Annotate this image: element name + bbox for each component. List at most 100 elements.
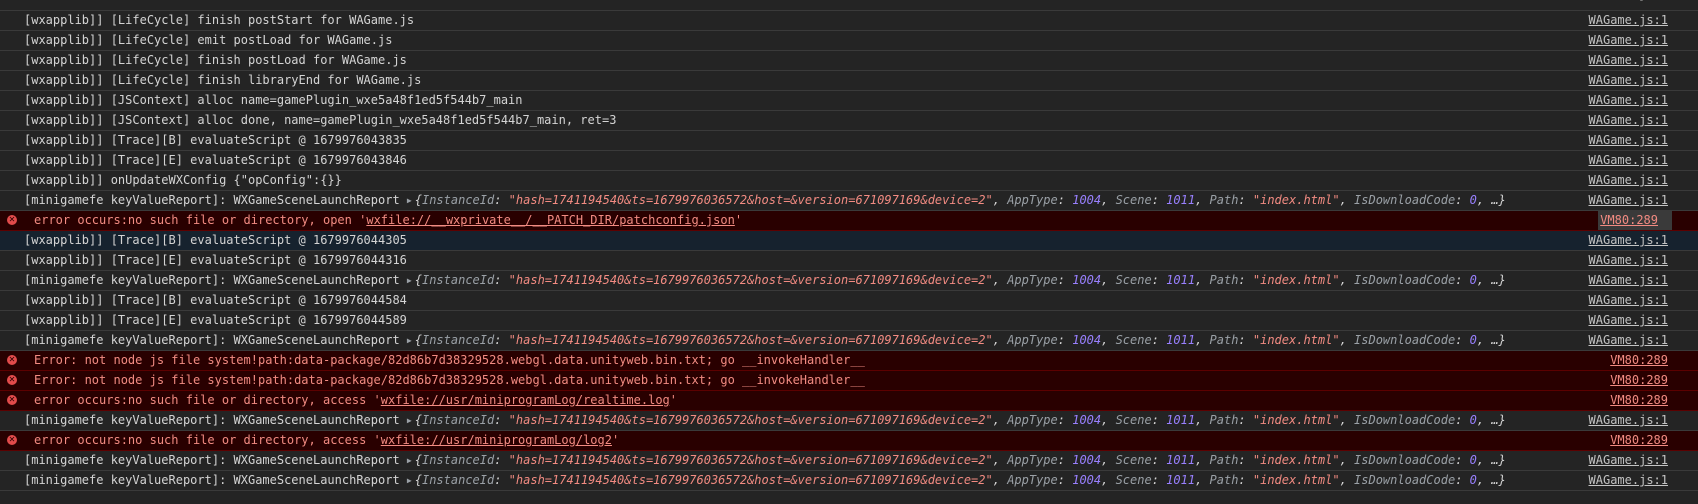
source-link[interactable]: WAGame.js:1 xyxy=(1589,131,1668,150)
source-link[interactable]: WAGame.js:1 xyxy=(1589,111,1668,130)
source-link[interactable]: WAGame.js:1 xyxy=(1589,411,1668,430)
console-log-row[interactable]: [wxapplib]] [LifeCycle] finish postStart… xyxy=(0,11,1698,31)
file-link[interactable]: wxfile://usr/miniprogramLog/log2 xyxy=(381,433,612,447)
object-preview[interactable]: {InstanceId: "hash=1741194540&ts=1679976… xyxy=(415,413,1506,427)
console-message: ▶error occurs:no such file or directory,… xyxy=(34,431,1518,450)
object-tail: , …} xyxy=(1476,193,1506,207)
object-value: 1011 xyxy=(1166,473,1196,487)
source-link[interactable]: WAGame.js:1 xyxy=(1589,331,1668,350)
console-log-row[interactable]: [wxapplib]] [LifeCycle] finish libraryEn… xyxy=(0,71,1698,91)
source-link[interactable]: WAGame.js:1 xyxy=(1589,231,1668,250)
source-link[interactable]: VM80:289 xyxy=(1610,351,1668,370)
object-comma: , xyxy=(1101,473,1116,487)
console-log-row[interactable]: [wxapplib]] onUpdateWXConfig {"opConfig"… xyxy=(0,171,1698,191)
object-open-brace: { xyxy=(414,413,422,427)
console-log-row[interactable]: [minigamefe keyValueReport]: WXGameScene… xyxy=(0,191,1698,211)
object-preview[interactable]: {InstanceId: "hash=1741194540&ts=1679976… xyxy=(415,473,1506,487)
object-key: Path xyxy=(1209,193,1239,207)
object-key: InstanceId xyxy=(421,333,495,347)
object-value: 0 xyxy=(1469,333,1477,347)
console-error-row[interactable]: ✕ ▶Error: not node js file system!path:da… xyxy=(0,371,1698,391)
source-link[interactable]: WAGame.js:1 xyxy=(1589,11,1668,30)
object-key: IsDownloadCode xyxy=(1354,413,1456,427)
object-comma: , xyxy=(1339,273,1355,287)
console-log-row[interactable]: [wxapplib]] [Trace][E] evaluateScript @ … xyxy=(0,151,1698,171)
source-link[interactable]: WAGame.js:1 xyxy=(1589,311,1668,330)
console-message: [wxapplib]] [Trace][E] evaluateScript @ … xyxy=(24,251,1518,270)
object-colon: : xyxy=(1238,413,1253,427)
console-log-row[interactable]: [minigamefe keyValueReport]: WXGameScene… xyxy=(0,471,1698,491)
console-log-row[interactable]: [wxapplib]] [LifeCycle] finish postLoad … xyxy=(0,51,1698,71)
console-error-row[interactable]: ✕ ▶error occurs:no such file or directory… xyxy=(0,431,1698,451)
file-link[interactable]: wxfile://__wxprivate__/__PATCH_DIR/patch… xyxy=(366,213,734,227)
triangle-right-icon[interactable]: ▶ xyxy=(407,191,412,210)
triangle-right-icon[interactable]: ▶ xyxy=(407,411,412,430)
source-link[interactable]: WAGame.js:1 xyxy=(1589,151,1668,170)
console-error-row[interactable]: ✕ ▶Error: not node js file system!path:da… xyxy=(0,351,1698,371)
source-link[interactable]: WAGame.js:1 xyxy=(1589,71,1668,90)
object-value: 0 xyxy=(1469,413,1477,427)
console-message: [wxapplib]] [LifeCycle] emit postLoad fo… xyxy=(24,31,1518,50)
object-key: Scene xyxy=(1115,453,1152,467)
object-colon: : xyxy=(1238,273,1253,287)
console-log-row[interactable]: [wxapplib]] [LifeCycle] emit postLoad fo… xyxy=(0,31,1698,51)
source-link[interactable]: WAGame.js:1 xyxy=(1589,271,1668,290)
source-link[interactable]: VM80:289 xyxy=(1598,211,1672,230)
source-link[interactable]: VM80:289 xyxy=(1610,391,1668,410)
console-log-row[interactable]: [wxapplib]] [JSContext] alloc done, name… xyxy=(0,111,1698,131)
console-log-row[interactable]: [wxapplib]] [Trace][E] evaluateScript @ … xyxy=(0,251,1698,271)
source-link[interactable]: WAGame.js:1 xyxy=(1589,291,1668,310)
console-log-row[interactable]: [wxapplib]] [Trace][B] evaluateScript @ … xyxy=(0,131,1698,151)
console-log-row[interactable]: [wxapplib]] [Trace][B] evaluateScript @ … xyxy=(0,231,1698,251)
console-log-row[interactable]: [wxapplib]] [JSContext] alloc name=gameP… xyxy=(0,91,1698,111)
log-text: [wxapplib]] onUpdateWXConfig {"opConfig"… xyxy=(24,173,342,187)
object-key: AppType xyxy=(1007,273,1058,287)
source-link[interactable]: WAGame.js:1 xyxy=(1589,471,1668,490)
object-preview[interactable]: {InstanceId: "hash=1741194540&ts=1679976… xyxy=(415,333,1506,347)
source-link[interactable]: VM80:289 xyxy=(1610,431,1668,450)
object-value: "index.html" xyxy=(1252,413,1340,427)
source-link[interactable]: WAGame.js:1 xyxy=(1589,91,1668,110)
console-log-row[interactable]: [wxapplib]] [Trace][E] evaluateScript @ … xyxy=(0,311,1698,331)
object-colon: : xyxy=(494,273,509,287)
source-link[interactable]: WAGame.js:1 xyxy=(1589,171,1668,190)
log-text: [wxapplib]] [Trace][E] evaluateScript @ … xyxy=(24,313,407,327)
object-preview[interactable]: {InstanceId: "hash=1741194540&ts=1679976… xyxy=(415,273,1506,287)
error-circle-icon: ✕ xyxy=(7,395,17,405)
console-log-row[interactable]: [minigamefe keyValueReport]: WXGameScene… xyxy=(0,331,1698,351)
source-link[interactable]: WAGame.js:1 xyxy=(1589,191,1668,210)
object-value: 1011 xyxy=(1166,273,1196,287)
error-text: error occurs:no such file or directory, … xyxy=(34,213,367,227)
object-preview[interactable]: {InstanceId: "hash=1741194540&ts=1679976… xyxy=(415,453,1506,467)
object-value: 1004 xyxy=(1072,453,1102,467)
object-key: AppType xyxy=(1007,413,1058,427)
object-key: InstanceId xyxy=(421,193,495,207)
console-message: [wxapplib]] [Trace][B] evaluateScript @ … xyxy=(24,131,1518,150)
source-link[interactable]: WAGame.js:1 xyxy=(1589,31,1668,50)
object-value: 1004 xyxy=(1072,413,1102,427)
console-log-row[interactable]: [minigamefe keyValueReport]: WXGameScene… xyxy=(0,451,1698,471)
object-preview[interactable]: {InstanceId: "hash=1741194540&ts=1679976… xyxy=(415,193,1506,207)
source-link[interactable]: WAGame.js:1 xyxy=(1589,251,1668,270)
object-value: "index.html" xyxy=(1252,473,1340,487)
console-log-row[interactable]: [minigamefe keyValueReport]: WXGameScene… xyxy=(0,411,1698,431)
error-text: error occurs:no such file or directory, … xyxy=(34,393,381,407)
log-text: [wxapplib]] [JSContext] alloc name=gameP… xyxy=(24,93,523,107)
triangle-right-icon[interactable]: ▶ xyxy=(407,471,412,490)
console-error-row[interactable]: ✕ ▶error occurs:no such file or directory… xyxy=(0,211,1698,231)
source-link[interactable]: VM80:289 xyxy=(1610,371,1668,390)
console-log-row[interactable]: [wxapplib]] [LifeCycle] emit postStart f… xyxy=(0,0,1698,11)
source-link[interactable]: WAGame.js:1 xyxy=(1589,51,1668,70)
source-link[interactable]: WAGame.js:1 xyxy=(1589,451,1668,470)
object-colon: : xyxy=(1455,273,1470,287)
console-message: [wxapplib]] [JSContext] alloc done, name… xyxy=(24,111,1518,130)
console-error-row[interactable]: ✕ ▶error occurs:no such file or directory… xyxy=(0,391,1698,411)
console-log-row[interactable]: [minigamefe keyValueReport]: WXGameScene… xyxy=(0,271,1698,291)
console-log-row[interactable]: [wxapplib]] [Trace][B] evaluateScript @ … xyxy=(0,291,1698,311)
object-value: 1004 xyxy=(1072,333,1102,347)
file-link[interactable]: wxfile://usr/miniprogramLog/realtime.log xyxy=(381,393,670,407)
triangle-right-icon[interactable]: ▶ xyxy=(407,331,412,350)
triangle-right-icon[interactable]: ▶ xyxy=(407,271,412,290)
object-value: "index.html" xyxy=(1252,453,1340,467)
triangle-right-icon[interactable]: ▶ xyxy=(407,451,412,470)
